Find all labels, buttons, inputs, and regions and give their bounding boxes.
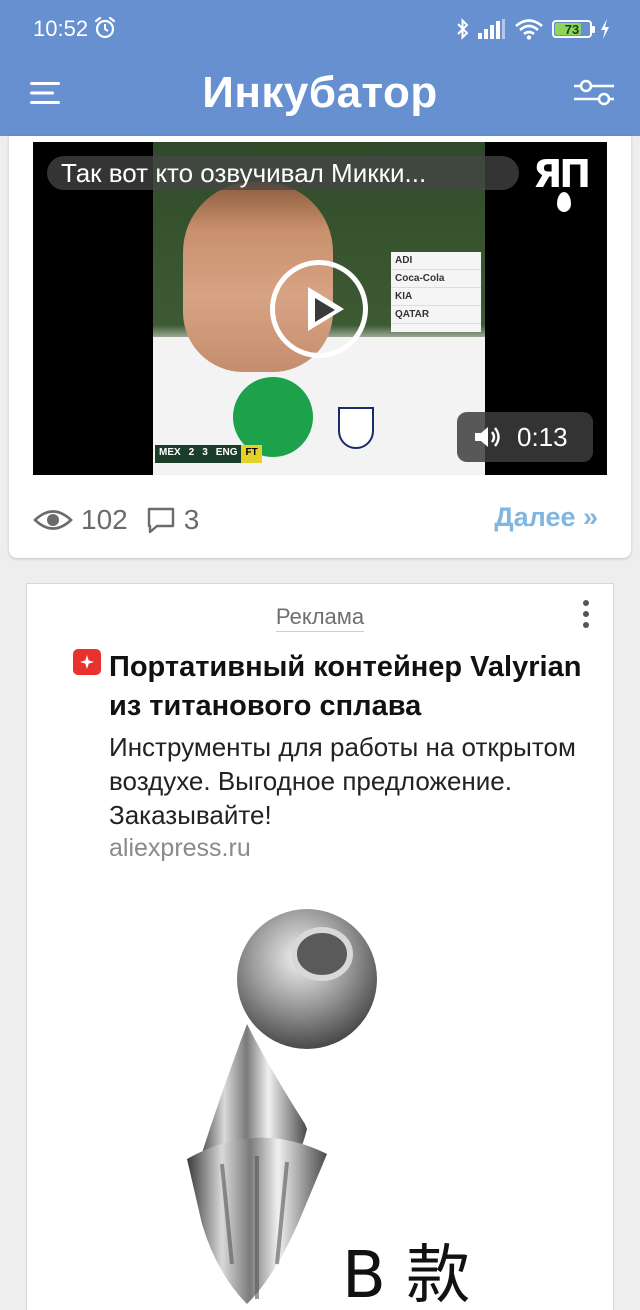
more-options-icon[interactable] <box>581 600 591 630</box>
ad-card[interactable]: Реклама Портативный контейнер Valyrian и… <box>26 583 614 1310</box>
comments-count[interactable]: 3 <box>184 504 200 536</box>
ad-description: Инструменты для работы на открытом возду… <box>109 732 576 830</box>
views-count: 102 <box>81 504 128 535</box>
video-player[interactable]: ADI Coca-Cola KIA QATAR MEX 2 3 ENG FT Т… <box>33 142 607 475</box>
ad-domain[interactable]: aliexpress.ru <box>109 834 251 863</box>
page-title: Инкубатор <box>202 68 438 117</box>
channel-logo: ЯП <box>533 152 593 212</box>
bluetooth-icon <box>457 18 469 40</box>
status-icons: 73 <box>456 16 610 42</box>
ad-source-icon <box>73 649 101 675</box>
play-icon[interactable] <box>270 260 368 358</box>
video-duration: 0:13 <box>517 421 568 452</box>
post-stats: 102 3 <box>33 500 199 540</box>
more-link[interactable]: Далее » <box>494 502 598 533</box>
battery-level: 73 <box>564 21 580 37</box>
alarm-icon <box>94 16 116 39</box>
eye-icon <box>33 510 73 530</box>
product-image-caption: B 款 <box>342 1239 471 1310</box>
app-bar: Инкубатор <box>0 58 640 136</box>
status-bar: 10:52 73 <box>0 0 640 58</box>
comment-icon[interactable] <box>146 505 176 535</box>
battery-icon: 73 <box>552 20 595 38</box>
post-card: ADI Coca-Cola KIA QATAR MEX 2 3 ENG FT Т… <box>9 136 631 558</box>
filter-icon[interactable] <box>574 78 614 106</box>
ad-title[interactable]: Портативный контейнер Valyrian из титано… <box>109 648 589 726</box>
scoreboard: MEX 2 3 ENG FT <box>155 445 262 463</box>
product-image[interactable] <box>127 904 547 1310</box>
volume-icon[interactable] <box>473 423 503 451</box>
status-time: 10:52 <box>33 16 89 41</box>
signal-icon <box>478 19 505 39</box>
wifi-icon <box>515 19 543 40</box>
top-bar: 10:52 73 Инкубатор <box>0 0 640 136</box>
video-title: Так вот кто озвучивал Микки... <box>47 156 519 190</box>
charging-icon <box>601 19 609 39</box>
ad-label: Реклама <box>27 604 613 632</box>
england-crest <box>338 407 374 449</box>
stadium-boards: ADI Coca-Cola KIA QATAR <box>391 252 481 332</box>
duration-badge: 0:13 <box>457 412 593 462</box>
